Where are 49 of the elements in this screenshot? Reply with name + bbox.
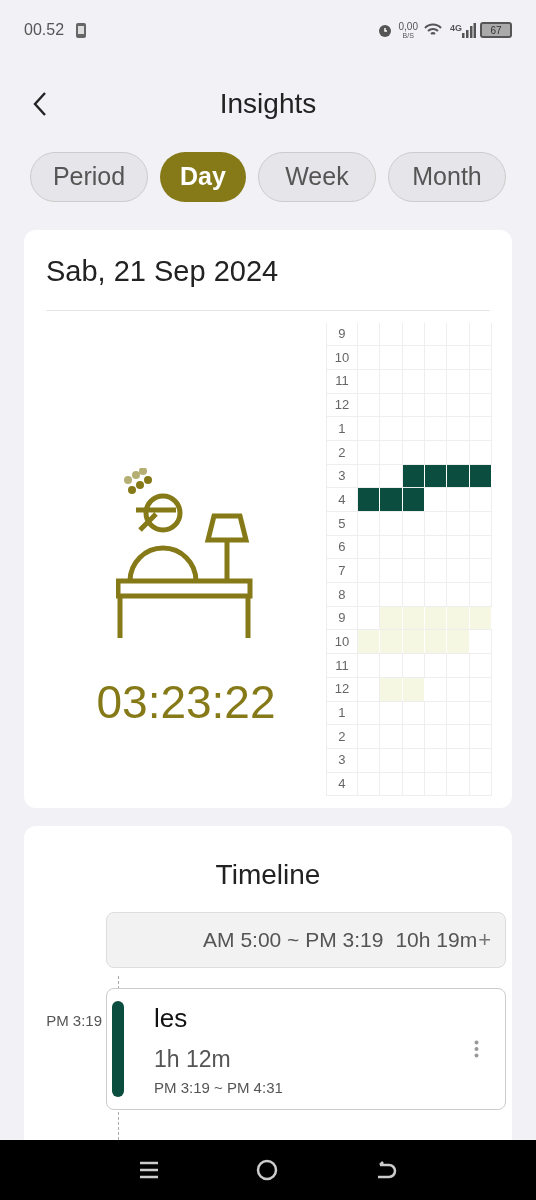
hour-label: 9 bbox=[327, 606, 358, 630]
battery-indicator: 67 bbox=[480, 22, 512, 38]
back-icon[interactable] bbox=[375, 1159, 398, 1181]
net-speed: 0,00 bbox=[398, 21, 418, 32]
phone-icon bbox=[76, 22, 87, 38]
entry-range: PM 3:19 ~ PM 4:31 bbox=[154, 1077, 283, 1098]
alarm-icon bbox=[376, 22, 393, 38]
person-at-desk-icon bbox=[116, 467, 256, 638]
entry-duration: 1h 12m bbox=[154, 1045, 232, 1074]
hour-label: 10 bbox=[327, 630, 358, 654]
hour-label: 2 bbox=[327, 440, 358, 464]
page-title: Insights bbox=[219, 87, 317, 121]
hour-label: 4 bbox=[327, 772, 358, 796]
menu-icon[interactable] bbox=[138, 1160, 159, 1180]
signal-icon bbox=[462, 22, 476, 38]
timeline-title: Timeline bbox=[214, 858, 322, 892]
add-button[interactable]: + bbox=[478, 929, 491, 951]
home-icon[interactable] bbox=[256, 1159, 278, 1181]
period-tab[interactable]: Period bbox=[30, 152, 149, 202]
hour-label: 7 bbox=[327, 559, 358, 583]
period-tab[interactable]: Month bbox=[387, 152, 506, 202]
hour-label: 3 bbox=[327, 464, 358, 488]
status-time: 00.52 bbox=[24, 20, 65, 40]
date-label: Sab, 21 Sep 2024 bbox=[46, 250, 490, 311]
entry-card[interactable]: les 1h 12m PM 3:19 ~ PM 4:31 bbox=[106, 988, 506, 1110]
hour-label: 4 bbox=[327, 488, 358, 511]
hour-label: 9 bbox=[327, 322, 358, 346]
more-icon[interactable] bbox=[474, 1040, 479, 1058]
hour-label: 5 bbox=[327, 512, 358, 535]
hour-label: 12 bbox=[327, 677, 358, 701]
wifi-icon bbox=[424, 23, 442, 37]
gap-range: AM 5:00 ~ PM 3:19 bbox=[203, 927, 384, 954]
gap-duration: 10h 19m bbox=[395, 927, 478, 954]
hour-label: 8 bbox=[327, 583, 358, 606]
hour-label: 6 bbox=[327, 535, 358, 559]
total-time: 03:23:22 bbox=[96, 674, 276, 730]
entry-time: PM 3:19 bbox=[45, 1011, 103, 1031]
entry-name: les bbox=[154, 1002, 189, 1035]
hour-label: 3 bbox=[327, 748, 358, 772]
hour-label: 1 bbox=[327, 701, 358, 725]
period-tab[interactable]: Day bbox=[160, 152, 246, 202]
period-tab[interactable]: Week bbox=[257, 152, 376, 202]
hour-label: 12 bbox=[327, 393, 358, 417]
hour-label: 11 bbox=[327, 369, 358, 393]
hour-label: 11 bbox=[327, 654, 358, 677]
network-type: 4G bbox=[450, 22, 462, 35]
hour-label: 1 bbox=[327, 417, 358, 440]
hour-label: 2 bbox=[327, 725, 358, 748]
hour-label: 10 bbox=[327, 346, 358, 369]
